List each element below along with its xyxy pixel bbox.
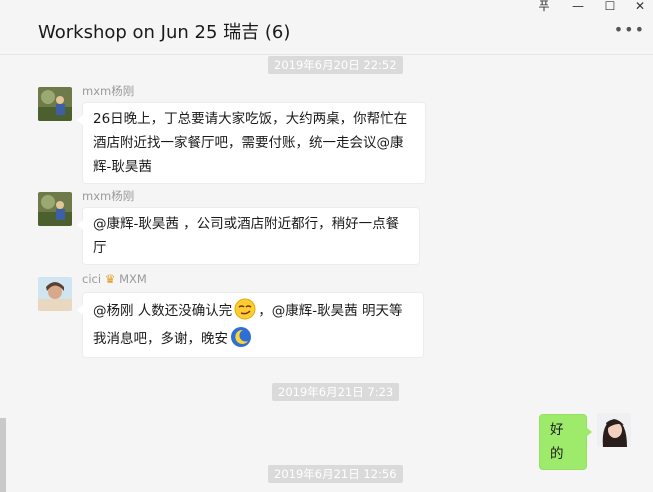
message-text: ，@康辉-耿昊茜 明天等 [258, 303, 403, 319]
sender-tag: MXM [119, 272, 147, 286]
close-button[interactable]: ✕ [628, 0, 652, 15]
avatar[interactable] [38, 87, 72, 121]
avatar-image [38, 277, 72, 311]
avatar-image [38, 87, 72, 121]
moon-goodnight-icon [231, 327, 251, 347]
maximize-button[interactable]: ☐ [598, 0, 622, 15]
sender-name: mxm杨刚 [82, 189, 135, 203]
message-text: @杨刚 人数还没确认完 [93, 303, 233, 319]
avatar[interactable] [38, 192, 72, 226]
window-edge [0, 418, 6, 492]
message-bubble-self[interactable]: 好的 [539, 414, 592, 470]
sender-name-text: cici [82, 272, 102, 286]
message-line: 26日晚上，丁总要请大家吃饭，大约两桌，你帮忙在 [93, 111, 408, 127]
timestamp: 2019年6月21日 7:23 [272, 383, 400, 401]
chat-header: Workshop on Jun 25 瑞吉 (6) 푸 — ☐ ✕ ••• [0, 0, 653, 55]
message-line: @杨刚 人数还没确认完 ，@康辉-耿昊茜 明天等 [93, 297, 413, 325]
avatar-image [38, 192, 72, 226]
avatar[interactable] [38, 277, 72, 311]
pin-button[interactable]: 푸 [532, 0, 556, 15]
avatar-self[interactable] [597, 413, 631, 447]
chat-title: Workshop on Jun 25 瑞吉 (6) [38, 22, 291, 43]
message-bubble[interactable]: 26日晚上，丁总要请大家吃饭，大约两桌，你帮忙在 酒店附近找一家餐厅吧，需要付账… [77, 102, 426, 184]
more-dots-icon[interactable]: ••• [614, 22, 645, 38]
message-line: 我消息吧，多谢，晚安 [93, 325, 413, 353]
sender-name: cici ♛ MXM [82, 272, 147, 286]
timestamp: 2019年6月21日 12:56 [268, 465, 403, 483]
timestamp: 2019年6月20日 22:52 [268, 56, 403, 74]
message-line: 辉-耿昊茜 [93, 159, 152, 175]
avatar-image [597, 413, 631, 447]
sender-name: mxm杨刚 [82, 84, 135, 98]
message-line: 酒店附近找一家餐厅吧，需要付账，统一走会议@康 [93, 135, 404, 151]
crown-icon: ♛ [104, 272, 116, 286]
message-bubble[interactable]: @杨刚 人数还没确认完 ，@康辉-耿昊茜 明天等 我消息吧，多谢，晚安 [77, 292, 424, 358]
message-line: @康辉-耿昊茜 ，公司或酒店附近都行，稍好一点餐 [93, 216, 400, 232]
smirk-emoji-icon [234, 298, 256, 320]
message-line: 厅 [93, 240, 107, 256]
message-bubble[interactable]: @康辉-耿昊茜 ，公司或酒店附近都行，稍好一点餐 厅 [77, 207, 420, 265]
message-text: 我消息吧，多谢，晚安 [93, 331, 228, 347]
minimize-button[interactable]: — [566, 0, 590, 15]
